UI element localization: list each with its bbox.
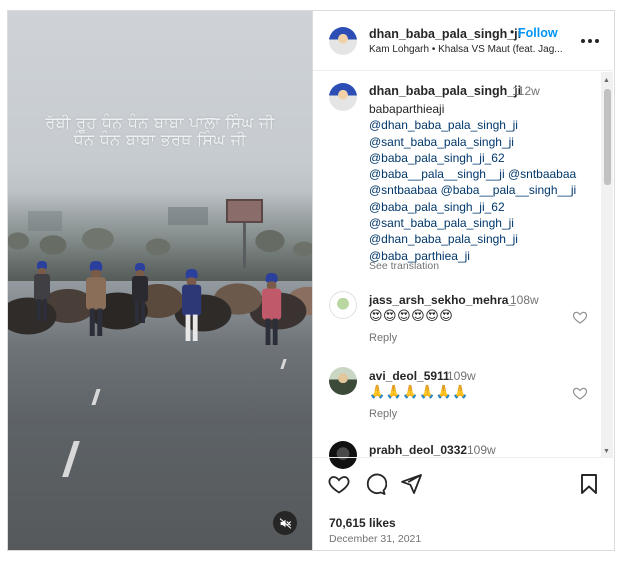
caption-mention[interactable]: @sant_baba_pala_singh_ji (369, 134, 599, 150)
comment-like-icon[interactable] (572, 309, 588, 325)
post-date: December 31, 2021 (329, 533, 422, 545)
walking-person (34, 261, 50, 323)
scrollbar-thumb[interactable] (604, 89, 611, 185)
reply-button[interactable]: Reply (369, 408, 397, 420)
road-lane-marking (62, 441, 80, 477)
caption-mention[interactable]: @baba__pala__singh__ji @sntbaabaa (369, 166, 599, 182)
billboard (226, 199, 263, 223)
header-username[interactable]: dhan_baba_pala_singh_ji (369, 27, 521, 41)
reply-button[interactable]: Reply (369, 332, 397, 344)
share-icon[interactable] (399, 472, 423, 496)
caption-avatar[interactable] (329, 83, 357, 111)
caption-username[interactable]: dhan_baba_pala_singh_ji (369, 84, 521, 98)
caption-first-line: babaparthieaji (369, 102, 445, 116)
post-header: dhan_baba_pala_singh_ji • Follow Kam Loh… (313, 11, 615, 71)
more-options-icon[interactable] (581, 33, 601, 49)
caption-timestamp[interactable]: 112w (512, 84, 540, 98)
post-actions: 70,615 likes December 31, 2021 (313, 457, 615, 550)
scroll-down-arrow-icon[interactable]: ▼ (603, 448, 610, 455)
caption-mention[interactable]: @baba_pala_singh_ji_62 (369, 199, 599, 215)
audio-track[interactable]: Kam Lohgarh • Khalsa VS Maut (feat. Jag.… (369, 44, 579, 55)
heart-icon[interactable] (327, 472, 351, 496)
header-separator: • (510, 25, 515, 39)
comment-text: 😍😍😍😍😍😍 (369, 308, 454, 323)
comment-username[interactable]: jass_arsh_sekho_mehra_ (369, 293, 515, 307)
avatar[interactable] (329, 27, 357, 55)
walking-person (132, 263, 148, 333)
post-dialog: ਰੱਬੀ ਰੂਹ ਧੰਨ ਧੰਨ ਬਾਬਾ ਪਾਲਾ ਸਿੰਘ ਜੀ ਧੰਨ ਧ… (7, 10, 615, 551)
caption-mention[interactable]: @baba_pala_singh_ji_62 (369, 150, 599, 166)
comment-timestamp[interactable]: 109w (467, 443, 496, 457)
comment-username[interactable]: avi_deol_5911 (369, 369, 450, 383)
bookmark-icon[interactable] (577, 472, 601, 496)
speaker-muted-icon (279, 517, 291, 529)
scroll-up-arrow-icon[interactable]: ▲ (603, 77, 610, 84)
walking-person (182, 269, 202, 365)
road-lane-marking (91, 389, 101, 405)
road-lane-marking (280, 359, 287, 369)
comment-text: 🙏🙏🙏🙏🙏🙏 (369, 384, 470, 399)
caption-mention[interactable]: @sntbaabaa @baba__pala__singh__ji (369, 182, 599, 198)
walking-person (86, 261, 106, 381)
likes-count[interactable]: 70,615 likes (329, 516, 396, 530)
follow-button[interactable]: Follow (518, 26, 558, 40)
caption-mention[interactable]: @sant_baba_pala_singh_ji (369, 215, 599, 231)
see-translation-link[interactable]: See translation (369, 260, 439, 272)
mute-button[interactable] (273, 511, 297, 535)
comment-timestamp[interactable]: 108w (510, 293, 539, 307)
post-side-panel: dhan_baba_pala_singh_ji • Follow Kam Loh… (312, 11, 615, 550)
comment-timestamp[interactable]: 109w (447, 369, 476, 383)
caption-mention[interactable]: @dhan_baba_pala_singh_ji (369, 117, 599, 133)
comment-avatar[interactable] (329, 291, 357, 319)
post-video[interactable]: ਰੱਬੀ ਰੂਹ ਧੰਨ ਧੰਨ ਬਾਬਾ ਪਾਲਾ ਸਿੰਘ ਜੀ ਧੰਨ ਧ… (8, 11, 312, 550)
video-overlay-text-line2: ਧੰਨ ਧੰਨ ਬਾਬਾ ਭਰਥ ਸਿੰਘ ਜੀ (73, 130, 247, 149)
comment-avatar[interactable] (329, 367, 357, 395)
walking-person (262, 273, 282, 369)
comment-icon[interactable] (363, 472, 387, 496)
caption-text: babaparthieaji @dhan_baba_pala_singh_ji … (369, 101, 599, 264)
caption-mention[interactable]: @dhan_baba_pala_singh_ji (369, 231, 599, 247)
comment-like-icon[interactable] (572, 385, 588, 401)
comment-username[interactable]: prabh_deol_0332 (369, 443, 467, 457)
